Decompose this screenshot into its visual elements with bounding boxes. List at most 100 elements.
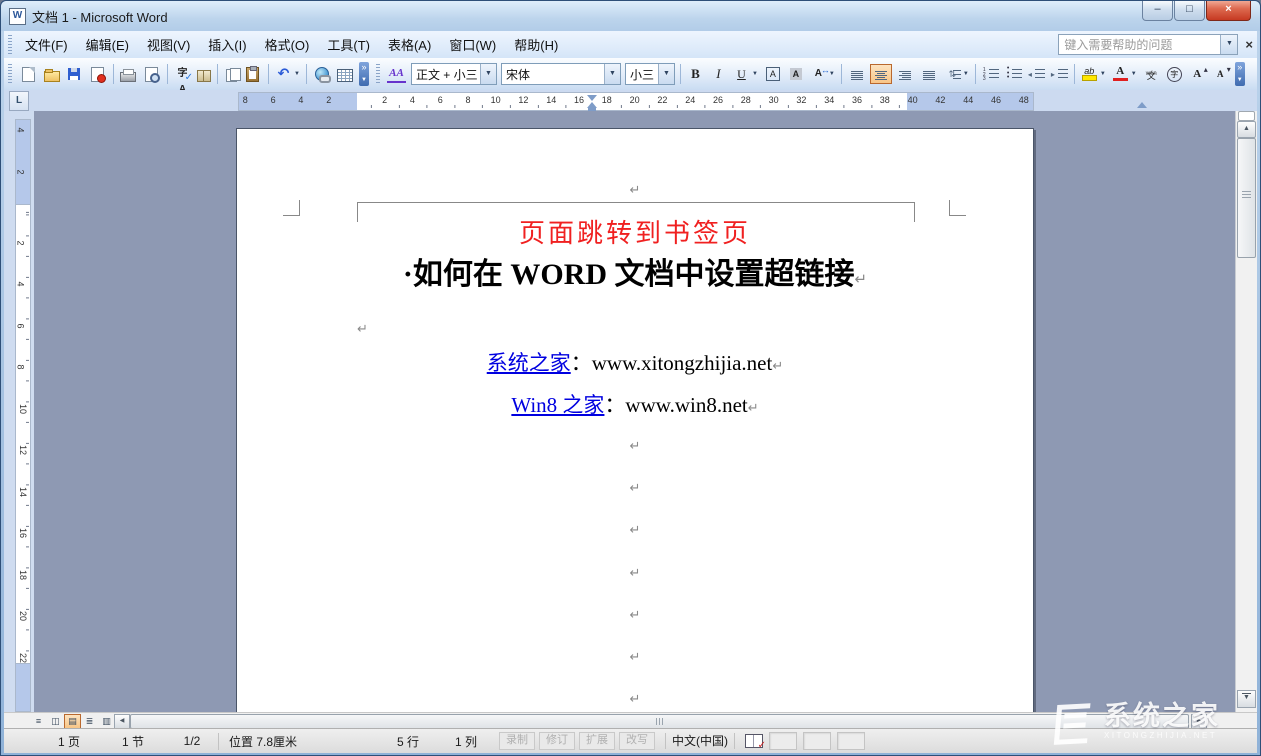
close-button[interactable]: × [1206,1,1251,21]
menu-file[interactable]: 文件(F) [16,32,77,57]
menu-window[interactable]: 窗口(W) [440,32,505,57]
chevron-down-icon[interactable]: ▼ [752,71,758,77]
status-mode-2[interactable]: 修订 [539,732,575,750]
spelling-status-book-icon[interactable] [745,734,763,748]
insert-hyperlink-button[interactable] [311,63,333,85]
character-shading-button[interactable]: A [786,64,806,84]
scroll-right-icon[interactable]: ▶ [1191,714,1207,729]
permission-button[interactable] [86,64,109,85]
status-language[interactable]: 中文(中国) [665,733,735,749]
toolbar-options-button[interactable] [357,60,371,88]
menu-tools[interactable]: 工具(T) [318,32,379,57]
increase-indent-button[interactable] [1049,64,1070,84]
phonetic-guide-button[interactable]: 文 [1141,64,1162,84]
status-mode-4[interactable]: 改写 [619,732,655,750]
web-layout-view-button[interactable]: ◫ [47,714,64,729]
status-empty-panel [769,732,797,750]
scroll-up-icon[interactable]: ▲ [1237,121,1256,138]
decrease-indent-button[interactable] [1026,64,1047,84]
italic-button[interactable]: I [708,64,729,84]
reading-layout-view-button[interactable]: ▥ [98,714,115,729]
print-button[interactable] [118,65,138,84]
font-combo[interactable]: 宋体▼ [501,63,621,85]
new-document-button[interactable] [17,64,40,85]
minimize-button[interactable]: – [1142,1,1173,21]
numbering-button[interactable] [980,64,1001,84]
menu-view[interactable]: 视图(V) [138,32,199,57]
enclose-characters-button[interactable]: 字 [1164,64,1185,85]
chevron-down-icon[interactable]: ▼ [294,71,300,77]
bookmark-title-text[interactable]: 页面跳转到书签页 [237,213,1033,250]
tab-selector-button[interactable]: L [9,91,29,111]
open-button[interactable] [42,65,62,84]
hyperlink-2[interactable]: Win8 之家 [511,393,604,417]
spelling-button[interactable]: 字A [172,64,193,84]
document-heading[interactable]: ·如何在 WORD 文档中设置超链接↵ [237,249,1033,293]
toolbar-options-button-2[interactable] [1233,60,1247,88]
bold-button[interactable]: B [685,64,706,84]
split-handle[interactable] [1238,111,1255,121]
align-center-button[interactable] [870,64,892,84]
titlebar[interactable]: W 文档 1 - Microsoft Word – □ × [1,1,1260,31]
hyperlink-1[interactable]: 系统之家 [487,351,571,375]
print-layout-view-button[interactable]: ▤ [64,714,81,729]
save-button[interactable] [64,64,84,84]
vertical-scrollbar[interactable]: ▲ ▼ [1235,111,1257,712]
next-page-icon[interactable]: ▼ [1237,690,1256,708]
chevron-down-icon[interactable]: ▼ [480,64,496,84]
underline-button[interactable]: U▼ [731,64,760,84]
maximize-button[interactable]: □ [1174,1,1205,21]
styles-formatting-button[interactable]: AA [385,63,408,85]
paragraph-mark: ↵ [772,359,783,374]
style-combo[interactable]: 正文 + 小三▼ [411,63,497,85]
menu-insert[interactable]: 插入(I) [199,32,255,57]
character-border-button[interactable]: A [762,63,784,85]
bold-icon: B [687,66,704,82]
horizontal-scrollbar-thumb[interactable] [130,714,1189,729]
undo-button[interactable]: ↶▼ [273,64,302,84]
normal-view-button[interactable]: ≡ [30,714,47,729]
chevron-down-icon[interactable]: ▼ [604,64,620,84]
outline-view-button[interactable]: ≣ [81,714,98,729]
formatting-toolbar-grip-handle[interactable] [376,64,380,84]
status-mode-3[interactable]: 扩展 [579,732,615,750]
highlight-button[interactable]: ab▼ [1079,64,1108,84]
research-button[interactable] [195,65,213,84]
vertical-scrollbar-thumb[interactable] [1237,138,1256,258]
insert-table-button[interactable] [335,65,355,84]
font-color-button[interactable]: A▼ [1110,64,1139,84]
chevron-down-icon[interactable]: ▼ [1131,71,1137,77]
bullets-button[interactable] [1003,64,1024,84]
horizontal-ruler[interactable]: 8642246810121416182022242628303234363840… [238,92,1034,111]
menu-help[interactable]: 帮助(H) [505,32,567,57]
copy-button[interactable] [222,65,239,84]
close-icon[interactable]: × [1245,37,1253,52]
line-spacing-button[interactable]: ⇅▼ [942,64,971,84]
menu-table[interactable]: 表格(A) [379,32,440,57]
paste-button[interactable] [241,64,264,85]
character-scale-button[interactable]: A▼ [808,64,837,84]
distributed-button[interactable] [918,64,940,84]
chevron-down-icon[interactable]: ▼ [658,64,674,84]
chevron-down-icon[interactable]: ▼ [1220,35,1237,54]
align-justify-button[interactable] [846,64,868,84]
align-right-button[interactable] [894,64,916,84]
standard-toolbar-grip-handle[interactable] [8,64,12,84]
menu-edit[interactable]: 编辑(E) [77,32,138,57]
scroll-left-icon[interactable]: ◀ [114,714,130,729]
chevron-down-icon[interactable]: ▼ [963,71,969,77]
first-line-indent-marker[interactable] [587,95,597,101]
help-question-input[interactable]: 键入需要帮助的问题 ▼ [1058,34,1238,55]
right-indent-marker[interactable] [1137,102,1147,108]
menubar-grip-handle[interactable] [8,35,12,55]
font-size-combo[interactable]: 小三▼ [625,63,675,85]
status-mode-1[interactable]: 录制 [499,732,535,750]
bullet-list-icon [1005,66,1022,82]
document-page[interactable]: ↵ 页面跳转到书签页 ·如何在 WORD 文档中设置超链接↵ ↵ 系统之家：ww… [236,128,1034,712]
grow-font-button[interactable]: A [1187,64,1208,84]
print-preview-button[interactable] [140,64,163,85]
chevron-down-icon[interactable]: ▼ [1100,71,1106,77]
shrink-font-button[interactable]: A [1210,64,1231,84]
menu-format[interactable]: 格式(O) [256,32,319,57]
vertical-ruler[interactable]: 42246810121416182022 [15,111,31,712]
